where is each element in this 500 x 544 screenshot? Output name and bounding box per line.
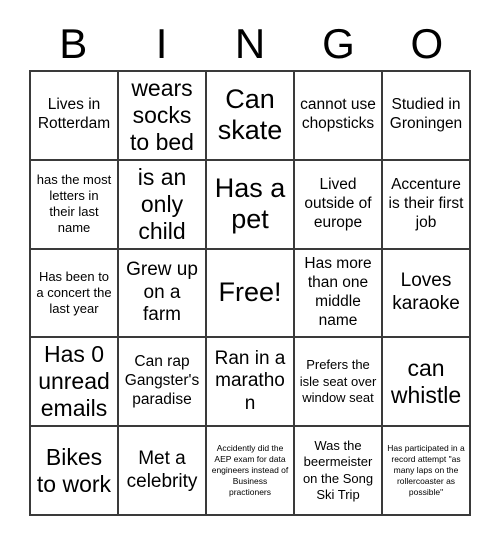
bingo-cell-label: is an only child	[137, 163, 187, 244]
bingo-cell-label: Has participated in a record attempt "as…	[387, 442, 465, 498]
bingo-cell-label: Loves karaoke	[392, 270, 460, 314]
bingo-cell-label: Bikes to work	[36, 443, 112, 497]
bingo-cell-r2c4[interactable]: Lived outside of europe	[295, 160, 383, 250]
bingo-cell-r1c1[interactable]: Lives in Rotterdam	[31, 72, 119, 161]
bingo-cell-r5c4[interactable]: Was the beermeister on the Song Ski Trip	[295, 427, 383, 516]
bingo-cell-label: Can skate	[217, 84, 283, 146]
bingo-cell-r3c5[interactable]: Loves karaoke	[383, 249, 471, 339]
bingo-header-letter-n: N	[234, 20, 266, 67]
bingo-cell-free-space[interactable]: Free!	[207, 249, 295, 339]
bingo-cell-label: Has been to a concert the last year	[36, 268, 112, 317]
bingo-cell-r1c5[interactable]: Studied in Groningen	[383, 72, 471, 161]
bingo-cell-r5c3[interactable]: Accidently did the AEP exam for data eng…	[207, 427, 295, 516]
bingo-cell-label: Lived outside of europe	[304, 175, 372, 231]
bingo-cell-label: Ran in a marathon	[214, 347, 286, 415]
bingo-cell-r1c2[interactable]: wears socks to bed	[119, 72, 207, 161]
bingo-cell-r3c2[interactable]: Grew up on a farm	[119, 249, 207, 339]
bingo-header-letter-i: I	[155, 20, 168, 67]
bingo-cell-label: Met a celebrity	[126, 447, 198, 492]
bingo-cell-label: Has more than one middle name	[304, 255, 372, 329]
bingo-cell-r5c2[interactable]: Met a celebrity	[119, 427, 207, 516]
bingo-cell-r1c4[interactable]: cannot use chopsticks	[295, 72, 383, 161]
bingo-grid: Lives in Rotterdam wears socks to bed Ca…	[29, 70, 471, 516]
bingo-header-letter-o: O	[410, 20, 444, 67]
bingo-cell-label: Accidently did the AEP exam for data eng…	[211, 442, 289, 498]
bingo-cell-r4c2[interactable]: Can rap Gangster's paradise	[119, 338, 207, 428]
bingo-cell-r2c1[interactable]: has the most letters in their last name	[31, 160, 119, 250]
bingo-cell-label: Can rap Gangster's paradise	[124, 353, 200, 409]
bingo-cell-r3c1[interactable]: Has been to a concert the last year	[31, 249, 119, 339]
bingo-cell-label: cannot use chopsticks	[300, 96, 376, 133]
bingo-cell-label: Lives in Rotterdam	[37, 96, 111, 133]
bingo-cell-r4c3[interactable]: Ran in a marathon	[207, 338, 295, 428]
bingo-cell-label: Has 0 unread emails	[38, 341, 110, 422]
bingo-cell-r2c3[interactable]: Has a pet	[207, 160, 295, 250]
bingo-cell-r2c2[interactable]: is an only child	[119, 160, 207, 250]
bingo-cell-r4c1[interactable]: Has 0 unread emails	[31, 338, 119, 428]
bingo-cell-r4c4[interactable]: Prefers the isle seat over window seat	[295, 338, 383, 428]
bingo-cell-label: Grew up on a farm	[126, 258, 198, 326]
bingo-cell-r5c1[interactable]: Bikes to work	[31, 427, 119, 516]
bingo-cell-r4c5[interactable]: can whistle	[383, 338, 471, 428]
bingo-header-letter-g: G	[322, 20, 355, 67]
bingo-cell-label: Has a pet	[214, 172, 286, 235]
bingo-cell-r3c4[interactable]: Has more than one middle name	[295, 249, 383, 339]
bingo-cell-label: Was the beermeister on the Song Ski Trip	[302, 438, 374, 502]
bingo-cell-label: Studied in Groningen	[389, 96, 463, 133]
bingo-header-letter-b: B	[59, 20, 88, 67]
bingo-header: B I N G O	[29, 18, 471, 70]
bingo-cell-label: Prefers the isle seat over window seat	[299, 357, 377, 405]
bingo-cell-r1c3[interactable]: Can skate	[207, 72, 295, 161]
bingo-cell-r5c5[interactable]: Has participated in a record attempt "as…	[383, 427, 471, 516]
bingo-cell-label: has the most letters in their last name	[36, 171, 112, 236]
bingo-card: B I N G O Lives in Rotterdam wears socks…	[0, 0, 500, 544]
bingo-cell-label: Accenture is their first job	[388, 175, 464, 231]
bingo-cell-r2c5[interactable]: Accenture is their first job	[383, 160, 471, 250]
bingo-cell-label: wears socks to bed	[130, 75, 194, 155]
bingo-cell-label: can whistle	[390, 354, 462, 408]
bingo-cell-label: Free!	[218, 277, 282, 308]
